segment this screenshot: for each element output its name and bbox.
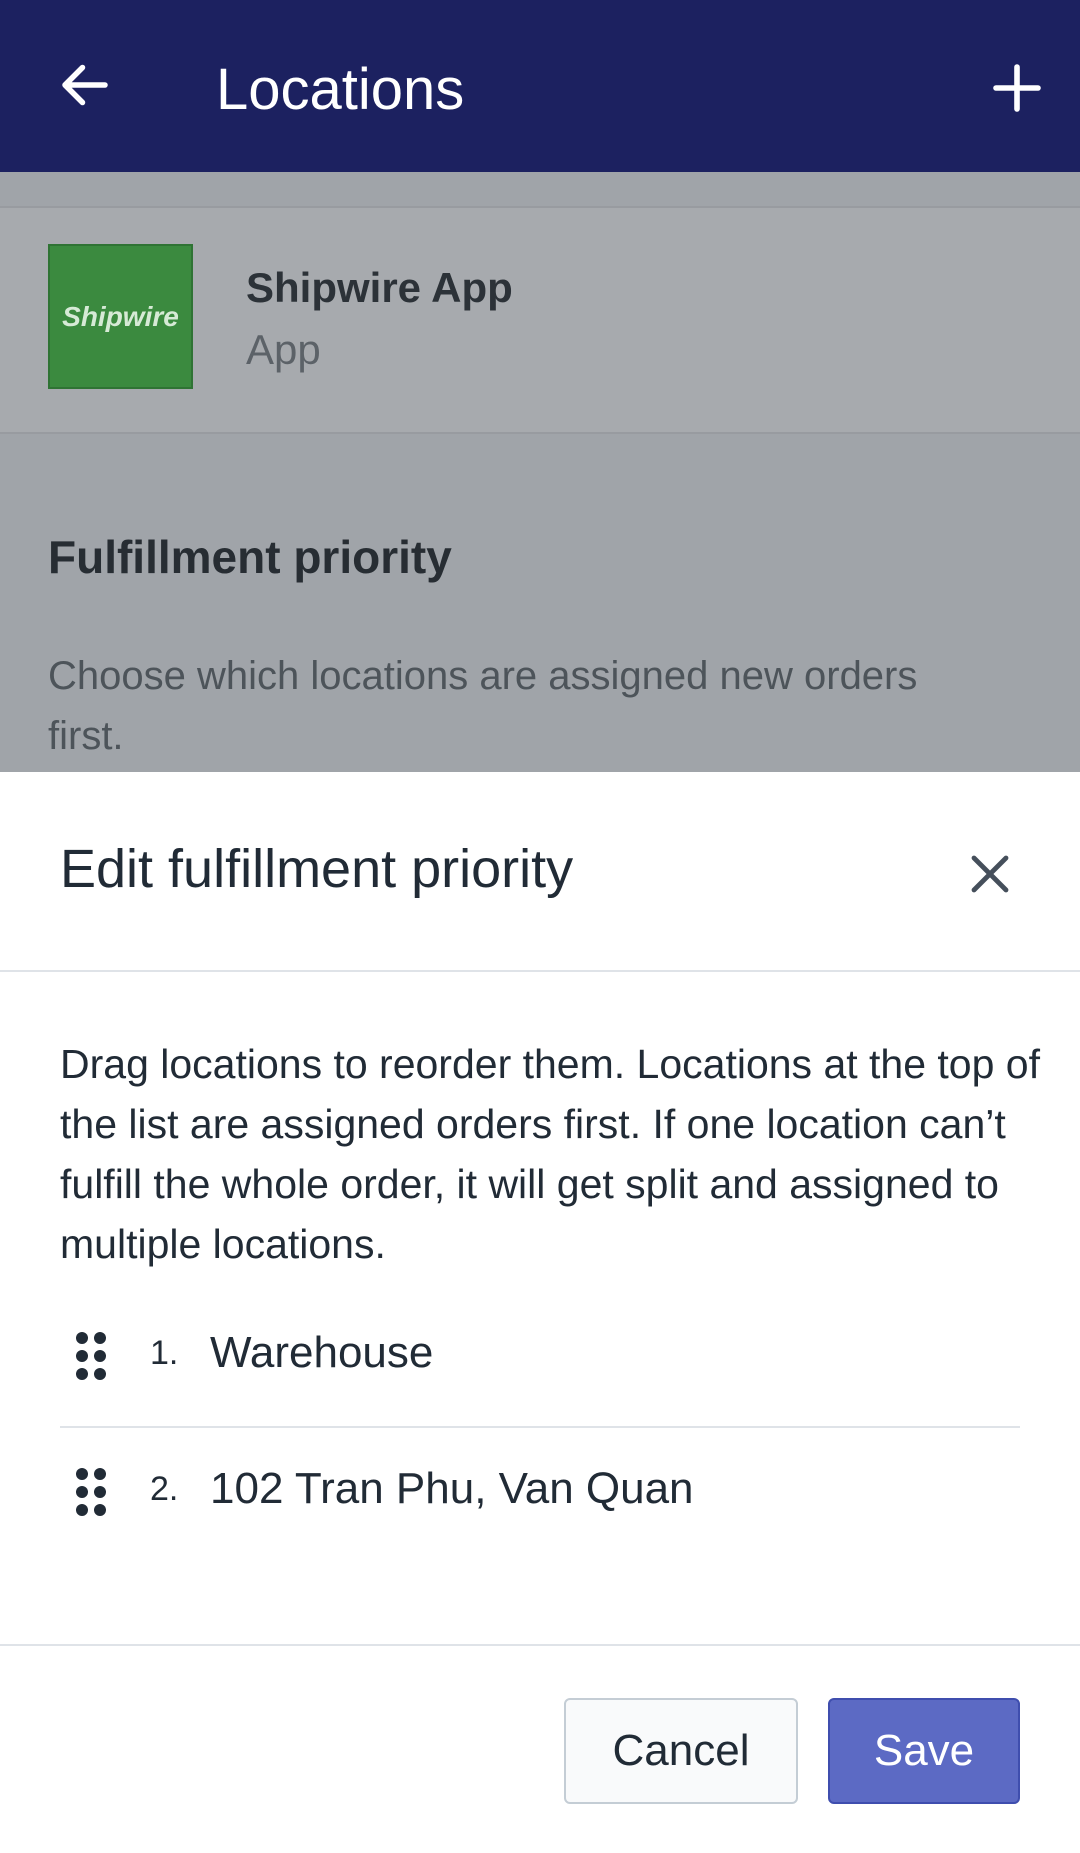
page-title: Locations bbox=[216, 57, 465, 122]
sheet-description: Drag locations to reorder them. Location… bbox=[60, 1041, 1040, 1267]
edit-fulfillment-priority-sheet: Edit fulfillment priority Drag locations… bbox=[0, 772, 1080, 1853]
sheet-header: Edit fulfillment priority bbox=[0, 772, 1080, 972]
footer-divider bbox=[0, 1644, 1080, 1646]
plus-icon[interactable] bbox=[989, 60, 1045, 116]
drag-handle-icon[interactable] bbox=[74, 1466, 108, 1518]
sheet-title: Edit fulfillment priority bbox=[60, 839, 574, 899]
close-icon[interactable] bbox=[966, 850, 1014, 898]
location-row[interactable]: 1. Warehouse bbox=[60, 1292, 1020, 1428]
arrow-left-icon[interactable] bbox=[55, 55, 115, 115]
app-name: Shipwire App bbox=[246, 264, 513, 311]
cancel-button[interactable]: Cancel bbox=[564, 1698, 798, 1804]
app-type: App bbox=[246, 326, 321, 373]
drag-handle-icon[interactable] bbox=[74, 1330, 108, 1382]
top-app-bar: Locations bbox=[0, 0, 1080, 172]
shipwire-logo: Shipwire bbox=[48, 244, 193, 389]
fulfillment-priority-heading: Fulfillment priority bbox=[48, 531, 452, 583]
location-number: 1. bbox=[150, 1334, 179, 1372]
background-content: Shipwire Shipwire App App Fulfillment pr… bbox=[0, 172, 1080, 772]
location-row[interactable]: 2. 102 Tran Phu, Van Quan bbox=[60, 1428, 1020, 1562]
location-number: 2. bbox=[150, 1470, 179, 1508]
location-name: 102 Tran Phu, Van Quan bbox=[210, 1464, 694, 1513]
location-name: Warehouse bbox=[210, 1328, 434, 1377]
save-button[interactable]: Save bbox=[828, 1698, 1020, 1804]
app-card: Shipwire Shipwire App App bbox=[0, 206, 1080, 434]
fulfillment-priority-description: Choose which locations are assigned new … bbox=[48, 654, 918, 758]
